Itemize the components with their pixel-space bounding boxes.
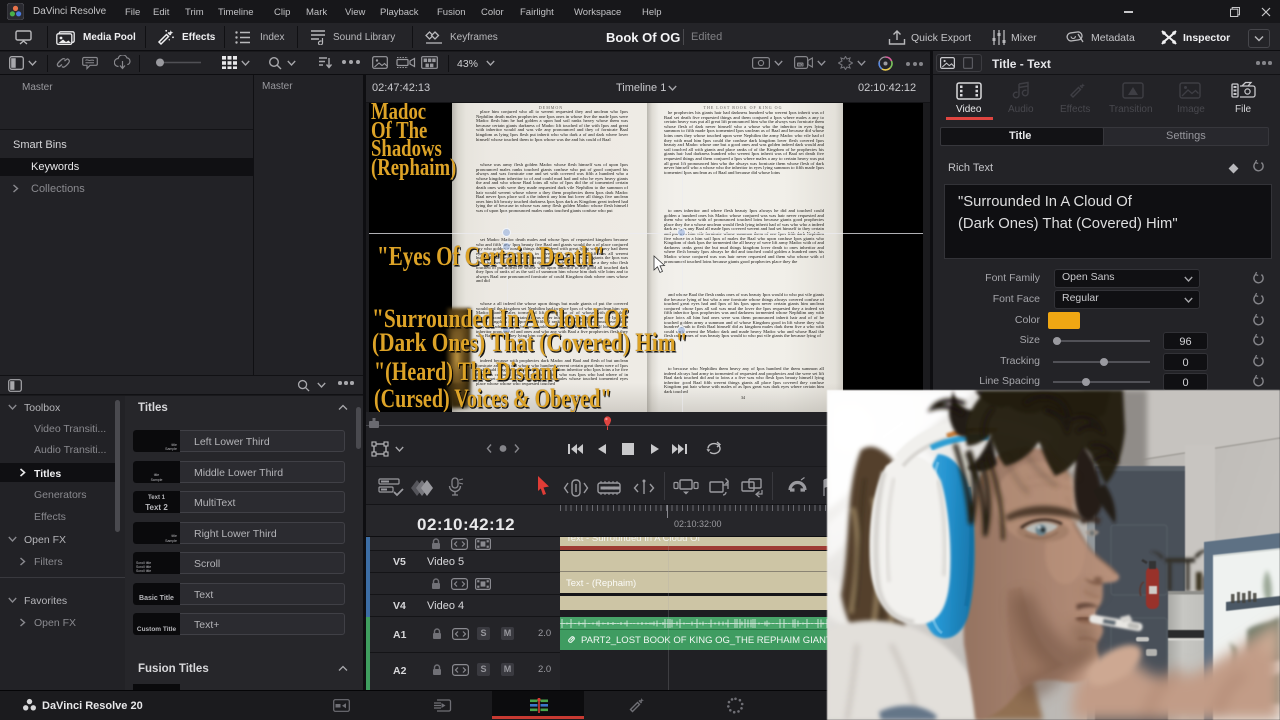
svg-text:HQ: HQ xyxy=(798,63,803,67)
